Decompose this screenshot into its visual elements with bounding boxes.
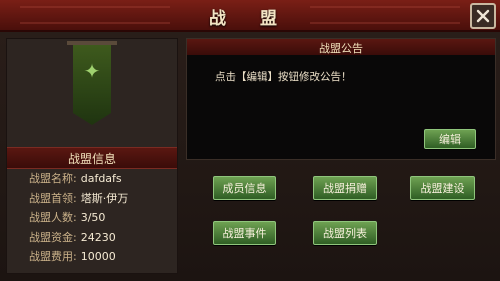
guild-build-button[interactable]: 战盟建设: [410, 176, 475, 200]
member-info-button[interactable]: 成员信息: [213, 176, 276, 200]
guild-banner-icon: ✦: [7, 39, 177, 149]
notice-text: 点击【编辑】按钮修改公告！: [215, 71, 352, 83]
guild-leader-row: 战盟首领: 塔斯·伊万: [7, 189, 177, 209]
guild-events-button[interactable]: 战盟事件: [213, 221, 276, 245]
guild-list-button[interactable]: 战盟列表: [313, 221, 377, 245]
guild-funds-row: 战盟资金: 24230: [7, 228, 177, 248]
edit-notice-button[interactable]: 编辑: [424, 129, 476, 149]
guild-members-row: 战盟人数: 3/50: [7, 208, 177, 228]
notice-title: 战盟公告: [319, 42, 363, 55]
guild-info-title: 战盟信息: [67, 152, 116, 166]
banner-cloth: [73, 45, 111, 125]
guild-info-list: 战盟名称: dafdafs 战盟首领: 塔斯·伊万 战盟人数: 3/50 战盟资金: 2…: [7, 169, 177, 267]
info-value: 10000: [80, 250, 116, 263]
info-value: dafdafs: [80, 172, 122, 185]
info-value: 3/50: [80, 211, 106, 224]
title-bar: 战 盟: [0, 0, 500, 32]
guild-info-header: 战盟信息: [7, 147, 177, 169]
notice-header: 战盟公告: [187, 39, 495, 55]
info-label: 战盟资金:: [29, 230, 77, 244]
info-label: 战盟名称:: [29, 172, 77, 185]
guild-donate-button[interactable]: 战盟捐赠: [313, 176, 377, 200]
info-label: 战盟首领:: [29, 191, 77, 205]
info-value: 24230: [80, 230, 116, 244]
close-button[interactable]: [470, 3, 496, 29]
guild-info-panel: ✦ 战盟信息 战盟名称: dafdafs 战盟首领: 塔斯·伊万 战盟人数: 3/50…: [6, 38, 178, 274]
info-value: 塔斯·伊万: [80, 191, 129, 205]
banner-pole: [67, 41, 117, 45]
info-label: 战盟费用:: [29, 250, 77, 263]
close-icon: [476, 9, 490, 23]
banner-emblem-icon: ✦: [83, 59, 101, 83]
guild-window: 战 盟 ✦ 战盟信息 战盟名称: dafdafs 战盟首领: 塔斯·伊万 战盟人数:…: [0, 0, 500, 281]
guild-name-row: 战盟名称: dafdafs: [7, 169, 177, 189]
info-label: 战盟人数:: [29, 211, 77, 224]
guild-cost-row: 战盟费用: 10000: [7, 247, 177, 267]
window-title: 战 盟: [209, 9, 291, 29]
